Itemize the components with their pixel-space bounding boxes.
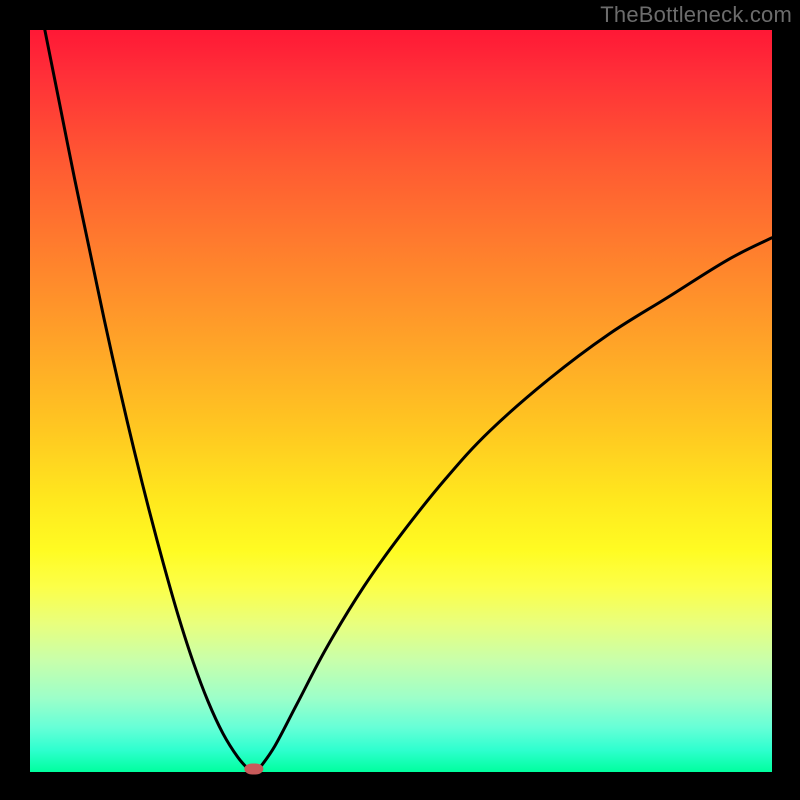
curve-path-right (260, 238, 772, 768)
trough-marker (244, 763, 263, 774)
curve-line (30, 30, 772, 772)
chart-frame: TheBottleneck.com (0, 0, 800, 800)
watermark-text: TheBottleneck.com (600, 2, 792, 28)
plot-area (30, 30, 772, 772)
curve-path-left (45, 30, 249, 770)
